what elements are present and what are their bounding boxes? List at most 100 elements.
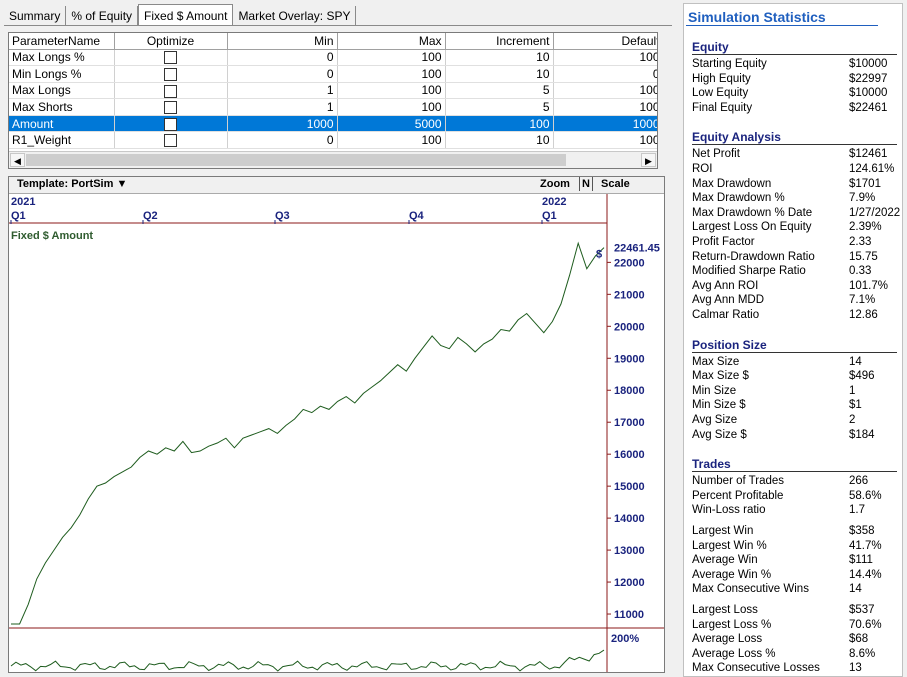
optimize-cell[interactable] (114, 115, 228, 133)
tab-fixed-amount[interactable]: Fixed $ Amount (138, 4, 234, 26)
min-cell[interactable]: 0 (227, 131, 338, 150)
default-cell[interactable]: 0 (553, 65, 657, 83)
param-name-cell[interactable]: Max Longs (9, 82, 115, 100)
scroll-left-icon[interactable]: ◀ (10, 153, 25, 167)
col-header-min[interactable]: Min (227, 33, 338, 50)
template-dropdown[interactable]: Template: PortSim ▼ (17, 178, 127, 190)
param-name-cell[interactable]: Max Shorts (9, 98, 115, 116)
stat-label: Max Size (692, 355, 740, 368)
stat-row: Average Loss % 8.6% (692, 647, 902, 662)
col-header-increment[interactable]: Increment (445, 33, 554, 50)
param-name-cell[interactable]: Min Longs % (9, 65, 115, 83)
increment-cell[interactable]: 10 (445, 65, 554, 83)
stat-value: 2 (849, 414, 856, 426)
stat-row: Largest Loss $537 (692, 604, 902, 618)
optimize-cell[interactable] (114, 98, 228, 116)
scroll-right-icon[interactable]: ▶ (641, 153, 656, 167)
stat-row: Max Size 14 (692, 355, 902, 370)
param-name-cell[interactable]: Amount (9, 115, 115, 133)
stat-value: 14.4% (849, 568, 882, 581)
optimize-cell[interactable] (114, 49, 228, 67)
min-cell[interactable]: 1 (227, 82, 338, 100)
increment-cell[interactable]: 100 (445, 115, 554, 133)
stat-value: 101.7% (849, 279, 889, 292)
tab-percent-of-equity[interactable]: % of Equity (66, 6, 139, 26)
col-header-name[interactable]: ParameterName (9, 33, 115, 50)
stat-label: Avg Size $ (692, 428, 747, 441)
increment-cell[interactable]: 5 (445, 82, 554, 100)
zoom-button[interactable]: Zoom (540, 178, 570, 190)
optimize-checkbox[interactable] (164, 51, 177, 65)
section-heading: Trades (692, 457, 897, 473)
optimize-checkbox[interactable] (164, 68, 177, 82)
increment-cell[interactable]: 5 (445, 98, 554, 116)
equity-chart[interactable]: Template: PortSim ▼ Zoom N Scale 2021 20… (8, 176, 665, 673)
param-name-cell[interactable]: Max Longs % (9, 49, 115, 67)
stat-row: Largest Loss On Equity 2.39% (692, 221, 902, 235)
stat-label: Average Win % (692, 568, 772, 581)
default-cell[interactable]: 100 (553, 49, 657, 67)
section-heading: Position Size (692, 338, 897, 353)
stat-label: Max Consecutive Losses (692, 662, 820, 675)
stat-label: Final Equity (692, 101, 753, 114)
col-header-default[interactable]: Default (553, 33, 657, 50)
max-cell[interactable]: 5000 (337, 115, 446, 133)
default-cell[interactable]: 1000 (553, 115, 657, 133)
y-tick-label: 13000 (614, 545, 645, 557)
stat-value: $111 (849, 554, 873, 567)
stat-value: 70.6% (849, 618, 882, 631)
min-cell[interactable]: 0 (227, 49, 338, 67)
table-row[interactable]: Max Longs % 0 100 10 100 (9, 49, 657, 67)
stat-value: $10000 (849, 87, 888, 100)
stat-label: Max Drawdown (692, 177, 772, 190)
optimize-checkbox[interactable] (164, 117, 177, 131)
default-cell[interactable]: 100 (553, 82, 657, 100)
stat-label: Average Loss % (692, 647, 776, 660)
optimize-checkbox[interactable] (164, 101, 177, 115)
y-tick-label: 21000 (614, 289, 645, 301)
scale-button[interactable]: Scale (601, 178, 630, 190)
max-cell[interactable]: 100 (337, 65, 446, 83)
optimize-checkbox[interactable] (164, 84, 177, 98)
stat-value: 7.9% (849, 192, 876, 205)
tab-summary[interactable]: Summary (4, 6, 67, 26)
table-row[interactable]: Max Shorts 1 100 5 100 (9, 98, 657, 116)
stat-label: Largest Loss On Equity (692, 221, 812, 234)
stat-value: $22461 (849, 101, 888, 114)
optimize-cell[interactable] (114, 65, 228, 83)
sub-pane-label: 200% (611, 633, 639, 645)
stat-label: Net Profit (692, 148, 740, 161)
max-cell[interactable]: 100 (337, 131, 446, 150)
min-cell[interactable]: 1 (227, 98, 338, 116)
increment-cell[interactable]: 10 (445, 49, 554, 67)
table-row[interactable]: Max Longs 1 100 5 100 (9, 82, 657, 100)
parameter-grid[interactable]: ParameterName Optimize Min Max Increment… (8, 32, 658, 169)
stat-row: Final Equity $22461 (692, 101, 902, 116)
scrollbar-thumb[interactable] (26, 154, 566, 166)
param-name-cell[interactable]: R1_Weight (9, 131, 115, 150)
panel-title: Simulation Statistics (688, 9, 826, 25)
chart-canvas[interactable]: 11000 12000 13000 14000 15000 16000 17000 18000… (9, 194, 664, 672)
table-header-row: ParameterName Optimize Min Max Increment… (9, 33, 657, 50)
max-cell[interactable]: 100 (337, 49, 446, 67)
col-header-optimize[interactable]: Optimize (114, 33, 228, 50)
horizontal-scrollbar[interactable]: ◀ ▶ (9, 151, 657, 168)
optimize-cell[interactable] (114, 131, 228, 150)
min-cell[interactable]: 0 (227, 65, 338, 83)
min-cell[interactable]: 1000 (227, 115, 338, 133)
stat-row: Avg Size 2 (692, 414, 902, 428)
max-cell[interactable]: 100 (337, 82, 446, 100)
tab-market-overlay[interactable]: Market Overlay: SPY (233, 6, 357, 26)
optimize-checkbox[interactable] (164, 134, 177, 148)
increment-cell[interactable]: 10 (445, 131, 554, 150)
default-cell[interactable]: 100 (553, 98, 657, 116)
table-row[interactable]: R1_Weight 0 100 10 100 (9, 131, 657, 150)
default-cell[interactable]: 100 (553, 131, 657, 150)
stat-label: Low Equity (692, 87, 749, 100)
n-button[interactable]: N (579, 177, 593, 191)
table-row[interactable]: Min Longs %0100100 (9, 65, 657, 83)
table-row[interactable]: Amount 1000 5000 100 1000 (9, 115, 657, 133)
col-header-max[interactable]: Max (337, 33, 446, 50)
max-cell[interactable]: 100 (337, 98, 446, 116)
optimize-cell[interactable] (114, 82, 228, 100)
